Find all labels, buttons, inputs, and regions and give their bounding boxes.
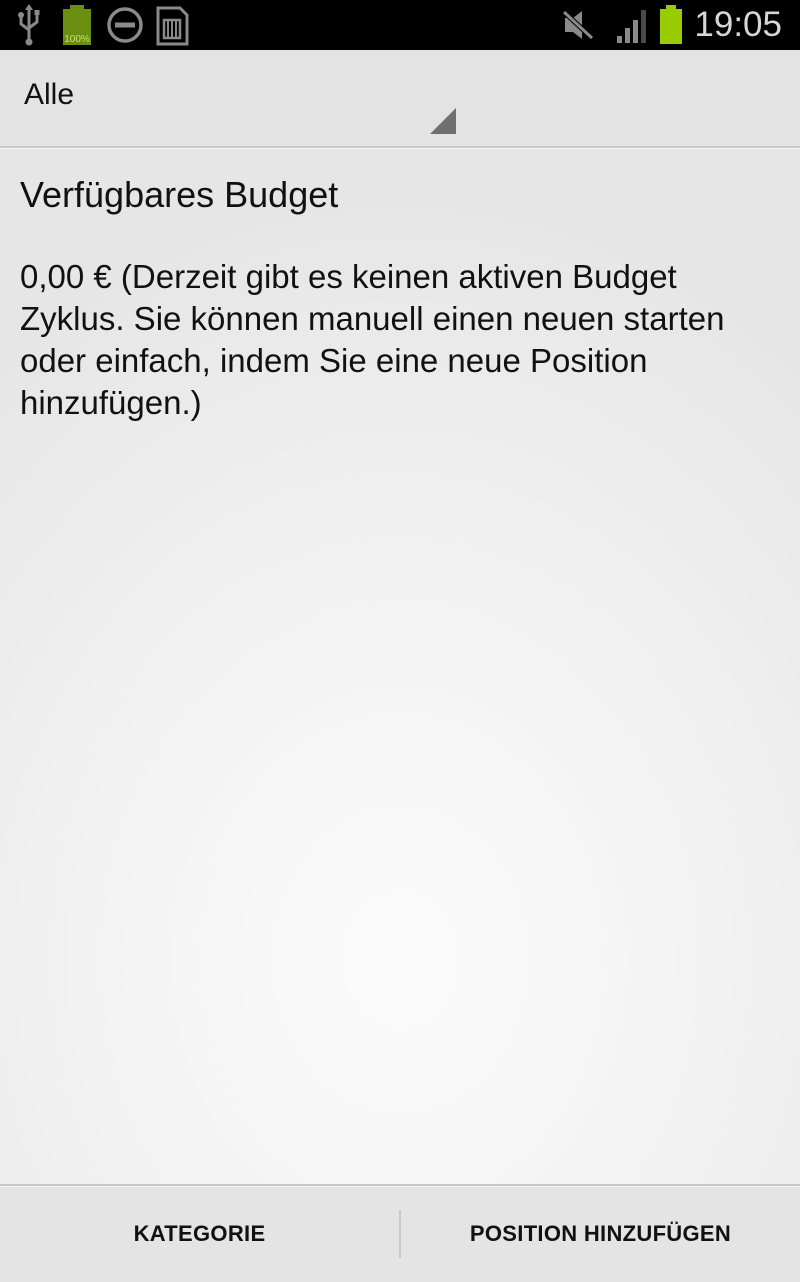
category-spinner[interactable]: Alle	[0, 50, 460, 146]
budget-title: Verfügbares Budget	[20, 174, 339, 215]
budget-status-text: 0,00 € (Derzeit gibt es keinen aktiven B…	[20, 258, 725, 421]
battery-full-icon: 100%	[63, 5, 91, 45]
sd-card-icon	[156, 6, 189, 46]
budget-content: Verfügbares Budget 0,00 € (Derzeit gibt …	[20, 170, 790, 424]
battery-icon	[660, 5, 682, 44]
svg-text:100%: 100%	[64, 34, 90, 45]
spinner-selected-label: Alle	[24, 78, 75, 111]
do-not-disturb-icon	[107, 7, 143, 43]
signal-icon	[617, 10, 646, 43]
usb-icon	[18, 4, 40, 46]
filter-bar: Alle	[0, 50, 800, 148]
add-position-button[interactable]: POSITION HINZUFÜGEN	[401, 1186, 800, 1282]
clock: 19:05	[694, 5, 782, 44]
category-button[interactable]: KATEGORIE	[0, 1186, 399, 1282]
mute-icon	[562, 10, 594, 40]
bottom-action-bar: KATEGORIE POSITION HINZUFÜGEN	[0, 1184, 800, 1282]
status-bar: 100% 19:05	[0, 0, 800, 50]
spinner-arrow-icon	[430, 108, 456, 134]
